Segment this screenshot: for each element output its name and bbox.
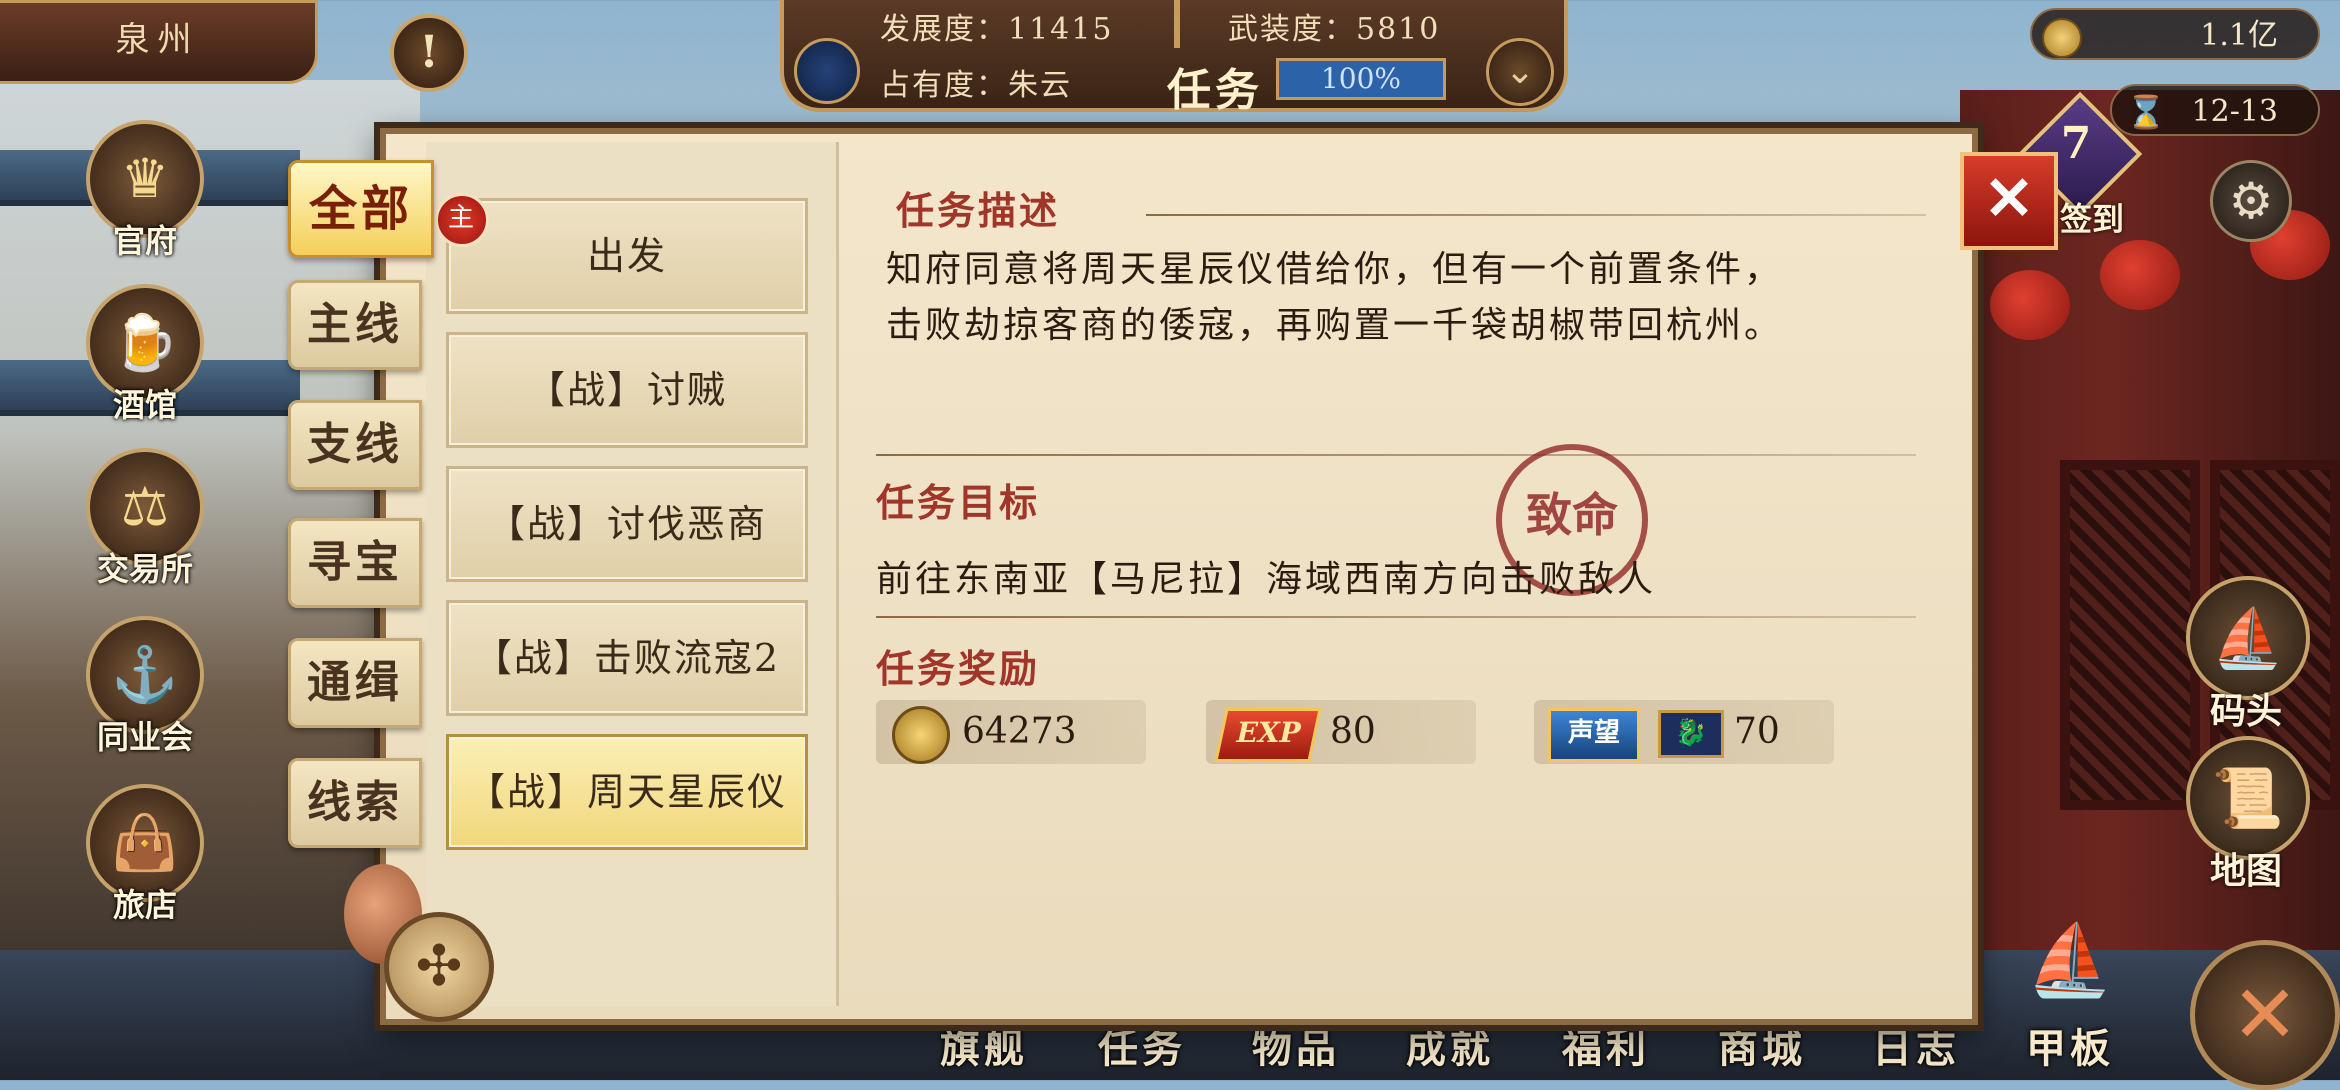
exp-icon: EXP	[1214, 708, 1322, 762]
nav-label: 码头	[2209, 690, 2282, 732]
close-icon[interactable]: ✕	[1960, 152, 2058, 250]
quest-label: 【战】周天星辰仪	[466, 770, 787, 814]
task-progress-text: 100%	[1320, 62, 1402, 95]
tab-wanted[interactable]: 通缉	[288, 638, 422, 728]
nav-label: 官府	[112, 222, 177, 260]
reward-exp-value: 80	[1330, 711, 1376, 752]
nav-label: 交易所	[96, 550, 193, 588]
tab-side[interactable]: 支线	[288, 400, 422, 490]
reward-gold-value: 64273	[962, 711, 1077, 752]
divider	[876, 616, 1916, 618]
divider	[876, 454, 1916, 456]
stat-divider	[1174, 0, 1180, 48]
quest-detail: 任务描述 知府同意将周天星辰仪借给你，但有一个前置条件， 击败劫掠客商的倭寇，再…	[856, 154, 1946, 994]
ship-icon[interactable]: ⛵	[2010, 900, 2130, 1020]
quest-description: 知府同意将周天星辰仪借给你，但有一个前置条件， 击败劫掠客商的倭寇，再购置一千袋…	[886, 242, 1866, 354]
quest-label: 【战】讨伐恶商	[486, 502, 767, 546]
quest-label: 出发	[586, 234, 667, 278]
chevron-down-icon[interactable]: ⌄	[1486, 38, 1554, 106]
tab-treasure[interactable]: 寻宝	[288, 518, 422, 608]
quest-label: 【战】讨贼	[526, 368, 727, 412]
nav-label: 地图	[2209, 850, 2282, 892]
stats-panel: 发展度：11415 武装度：5810 占有度：朱云 任务 100% ⌄	[780, 0, 1568, 116]
dragon-icon	[794, 38, 860, 104]
reward-gold: 64273	[876, 700, 1146, 764]
nav-tavern[interactable]: 🍺 酒馆	[82, 284, 208, 426]
divider	[1146, 214, 1926, 216]
gold-counter: 1.1亿	[2030, 8, 2320, 60]
tab-main[interactable]: 主线	[288, 280, 422, 370]
armament-stat: 武装度：5810	[1228, 12, 1441, 47]
crossed-swords-icon[interactable]: ✕	[2190, 940, 2340, 1090]
signin-label: 签到	[2060, 200, 2125, 238]
hud-task-title: 任务	[1167, 65, 1263, 116]
task-dialog: 主 出发 【战】讨贼 【战】讨伐恶商 【战】击败流寇2 【战】周天星辰仪 任务描…	[380, 128, 1978, 1025]
reward-rep-value: 70	[1734, 711, 1780, 752]
quest-item[interactable]: 【战】讨贼	[446, 332, 808, 448]
nav-label: 旅店	[112, 886, 177, 924]
quest-item[interactable]: 【战】击败流寇2	[446, 600, 808, 716]
development-stat: 发展度：11415	[880, 12, 1114, 47]
gold-value: 1.1亿	[2200, 18, 2278, 53]
nav-label: 同业会	[96, 718, 193, 756]
nav-map[interactable]: 📜 地图	[2186, 736, 2310, 894]
coin-icon	[2042, 18, 2082, 58]
nav-exchange[interactable]: ⚖ 交易所	[82, 448, 208, 590]
menu-deck[interactable]: 甲板	[2026, 1016, 2114, 1074]
target-title: 任务目标	[876, 480, 1041, 525]
desc-title: 任务描述	[896, 188, 1061, 233]
quest-label: 【战】击败流寇2	[473, 636, 781, 680]
nav-dock[interactable]: ⛵ 码头	[2186, 576, 2310, 734]
reputation-icon: 声望	[1548, 708, 1640, 762]
reward-reputation: 声望 🐉 70	[1534, 700, 1834, 764]
dragon-flag-icon: 🐉	[1658, 710, 1724, 758]
reward-exp: EXP 80	[1206, 700, 1476, 764]
date-value: 12-13	[2191, 94, 2278, 129]
quest-item[interactable]: 【战】讨伐恶商	[446, 466, 808, 582]
main-quest-badge: 主	[435, 193, 489, 247]
compass-icon: ✣	[384, 912, 494, 1022]
coin-icon	[892, 706, 950, 764]
tab-all[interactable]: 全部	[288, 160, 434, 258]
gear-icon[interactable]: ⚙	[2210, 160, 2292, 242]
quest-item-selected[interactable]: 【战】周天星辰仪	[446, 734, 808, 850]
nav-guild[interactable]: ⚓ 同业会	[82, 616, 208, 758]
nav-inn[interactable]: 👜 旅店	[82, 784, 208, 926]
reward-title: 任务奖励	[876, 646, 1041, 691]
nav-government[interactable]: ♛ 官府	[82, 120, 208, 262]
alert-button[interactable]: !	[390, 14, 468, 92]
city-name: 泉州	[0, 0, 318, 84]
target-text: 前往东南亚【马尼拉】海域西南方向击败敌人	[876, 559, 1657, 600]
task-progress-bar: 100%	[1276, 58, 1446, 100]
quest-item[interactable]: 主 出发	[435, 193, 808, 314]
desc-line: 知府同意将周天星辰仪借给你，但有一个前置条件，	[886, 249, 1784, 290]
occupation-stat: 占有度：朱云	[880, 68, 1072, 103]
bottom-menu: 旗舰 任务 物品 成就 福利 商城 日志 甲板	[930, 1016, 2130, 1080]
desc-line: 击败劫掠客商的倭寇，再购置一千袋胡椒带回杭州。	[886, 305, 1784, 346]
tab-clues[interactable]: 线索	[288, 758, 422, 848]
quest-list: 主 出发 【战】讨贼 【战】讨伐恶商 【战】击败流寇2 【战】周天星辰仪	[426, 142, 839, 1006]
nav-label: 酒馆	[112, 386, 177, 424]
